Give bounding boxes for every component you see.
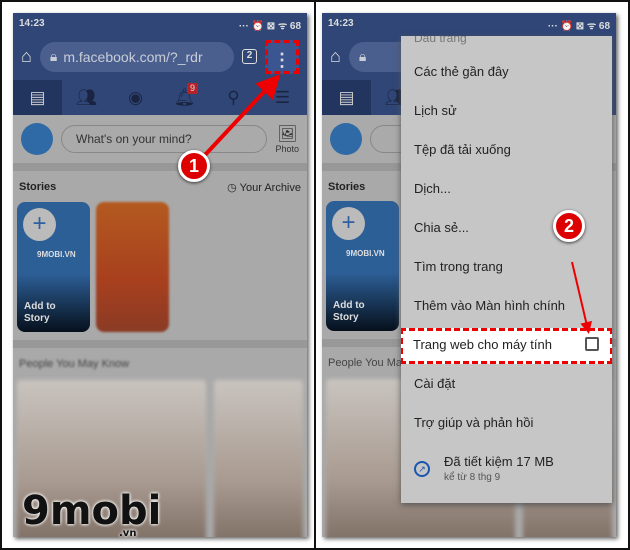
desktop-site-checkbox[interactable] [585,337,599,351]
time: 14:23 [328,18,354,29]
menu-item-translate[interactable]: Dịch... [401,169,612,208]
step-2-badge: 2 [553,210,585,242]
more-vert-icon[interactable]: ⋮ [265,39,299,74]
saved-subtitle: kể từ 8 thg 9 [444,472,501,483]
messenger-icon[interactable]: ◉ [111,80,160,115]
person-card[interactable] [214,380,303,537]
avatar[interactable] [330,123,362,155]
data-saver-icon: ↗ [414,460,430,477]
fb-nav: ▤ 👥︎ ◉ 🔔︎ 9 ⚲ ☰ [13,80,307,115]
browser-menu: Dấu trang Các thẻ gần đây Lịch sử Tệp đã… [401,36,612,503]
menu-item-recent-tabs[interactable]: Các thẻ gần đây [401,52,612,91]
9mobi-logo: .vn 9mobi [22,488,162,539]
menu-item-help[interactable]: Trợ giúp và phản hồi [401,403,612,442]
search-icon[interactable]: ⚲ [209,80,258,115]
home-icon[interactable]: ⌂ [330,46,341,67]
story-card[interactable] [96,202,169,332]
add-story-label: Add to Story [24,301,56,324]
status-input[interactable]: What's on your mind? [61,125,268,153]
archive-label: Your Archive [239,182,301,194]
stories-title: Stories [328,181,366,193]
notification-badge: 9 [186,83,198,94]
plus-icon: + [23,208,56,241]
step-1-badge: 1 [178,150,210,182]
add-story-card[interactable]: +9MOBI.VN Add to Story [17,202,90,332]
add-story-label: Add to Story [333,300,365,323]
add-story-card[interactable]: +9MOBI.VN Add to Story [326,201,399,331]
brand-text: 9MOBI.VN [346,249,385,258]
composer: What's on your mind? 🖼︎ Photo [13,115,307,163]
notifications-icon[interactable]: 🔔︎ 9 [160,80,209,115]
photo-label: Photo [275,144,299,154]
url-field[interactable]: 🔒︎ m.facebook.com/?_rdr [39,41,234,72]
status-icons: ··· ⏰ ⊠ ᯤ 68 [238,21,301,32]
menu-item-add-to-home[interactable]: Thêm vào Màn hình chính [401,286,612,325]
left-phone: 14:23 ··· ⏰ ⊠ ᯤ 68 ⌂ 🔒︎ m.facebook.com/?_r… [13,13,307,537]
stories-row: +9MOBI.VN Add to Story [13,202,307,332]
lock-icon: 🔒︎ [358,48,367,64]
lock-icon: 🔒︎ [49,48,58,64]
data-saver-item[interactable]: ↗ Đã tiết kiệm 17 MB kể từ 8 thg 9 [401,442,612,495]
tab-count-button[interactable]: 2 [242,49,257,64]
home-icon[interactable]: ⌂ [21,46,32,67]
stories-header: Stories ◷ Your Archive [13,171,307,202]
logo-suffix: .vn [119,528,137,539]
desktop-site-label: Trang web cho máy tính [413,337,552,352]
people-title: People You May Know [19,358,130,370]
divider [13,340,307,348]
saved-title: Đã tiết kiệm 17 MB [444,454,554,469]
url-text: m.facebook.com/?_rdr [63,48,203,65]
url-bar: ⌂ 🔒︎ m.facebook.com/?_rdr 2 ⋮ [13,33,307,80]
divider [13,163,307,171]
news-feed-icon[interactable]: ▤ [13,80,62,115]
photo-button[interactable]: 🖼︎ Photo [275,124,299,154]
menu-icon[interactable]: ☰ [258,80,307,115]
menu-item-downloads[interactable]: Tệp đã tải xuống [401,130,612,169]
photo-icon: 🖼︎ [277,126,298,143]
status-bar: 14:23 ··· ⏰ ⊠ ᯤ 68 [322,13,616,33]
stories-title: Stories [19,181,57,193]
news-feed-icon[interactable]: ▤ [322,80,371,115]
time: 14:23 [19,18,45,29]
archive-link[interactable]: ◷ Your Archive [227,181,301,194]
menu-item-bookmarks[interactable]: Dấu trang [401,36,612,52]
status-icons: ··· ⏰ ⊠ ᯤ 68 [547,21,610,32]
status-bar: 14:23 ··· ⏰ ⊠ ᯤ 68 [13,13,307,33]
right-phone: 14:23 ··· ⏰ ⊠ ᯤ 68 ⌂ 🔒︎ ▤ 👥︎ Stories +9MOBI… [322,13,616,537]
plus-icon: + [332,207,365,240]
menu-item-desktop-site[interactable]: Trang web cho máy tính [401,328,612,364]
friends-icon[interactable]: 👥︎ [62,80,111,115]
menu-item-find-in-page[interactable]: Tìm trong trang [401,247,612,286]
avatar[interactable] [21,123,53,155]
menu-item-settings[interactable]: Cài đặt [401,364,612,403]
logo-text: 9mobi [22,488,162,534]
brand-text: 9MOBI.VN [37,250,76,259]
menu-item-history[interactable]: Lịch sử [401,91,612,130]
